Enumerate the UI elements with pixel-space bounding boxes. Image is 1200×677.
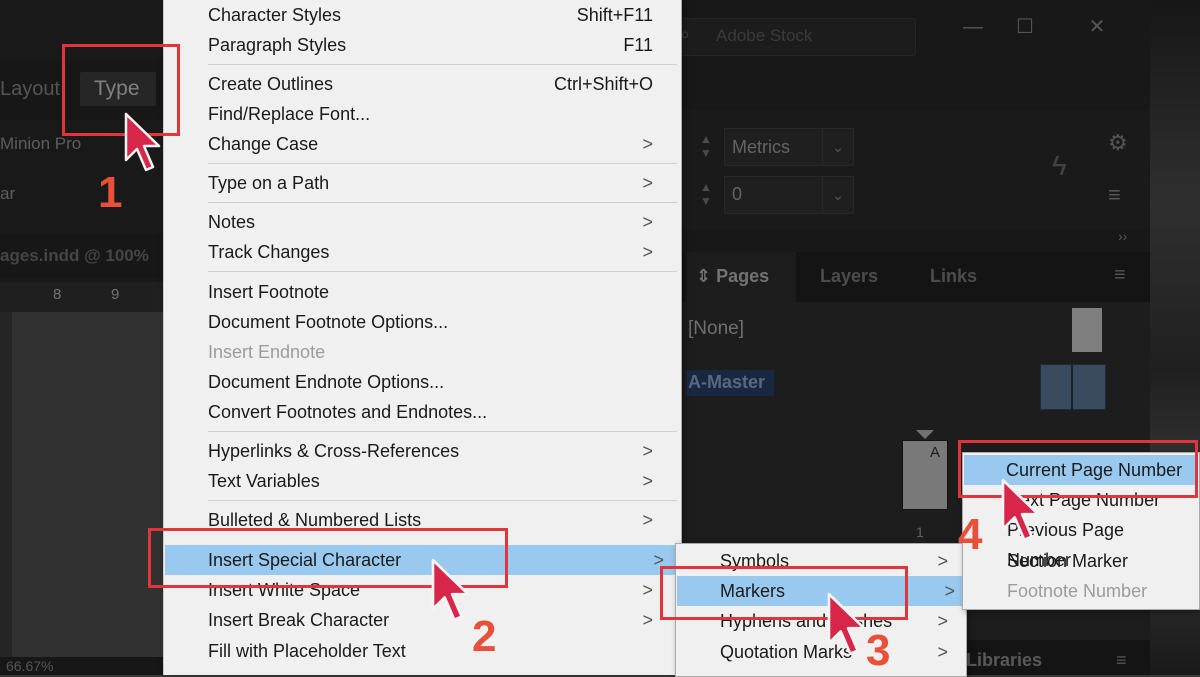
shortcut-label: Ctrl+Shift+O: [553, 74, 653, 94]
menu-item-label: Change Case: [208, 134, 319, 154]
menu-separator: [208, 500, 677, 501]
menu-item-change-case[interactable]: Change Case >: [208, 129, 669, 159]
annotation-box-current-page-number: [958, 440, 1198, 498]
cursor-arrow-icon: [124, 112, 161, 172]
menu-item-document-footnote-options[interactable]: Document Footnote Options...: [208, 307, 669, 337]
menu-item-label: Hyperlinks & Cross-References: [208, 441, 460, 461]
menu-item-label: Document Endnote Options...: [208, 372, 445, 392]
submenu-arrow-icon: >: [937, 611, 948, 631]
menu-item-hyperlinks-cross-references[interactable]: Hyperlinks & Cross-References >: [208, 436, 669, 466]
menu-item-label: Fill with Placeholder Text: [208, 641, 406, 661]
submenu-arrow-icon: >: [642, 173, 653, 193]
submenu-arrow-icon: >: [642, 242, 653, 262]
menu-item-paragraph-styles[interactable]: Paragraph Styles F11: [208, 30, 669, 60]
menu-item-fill-with-placeholder-text[interactable]: Fill with Placeholder Text: [208, 636, 669, 666]
step-number-2: 2: [472, 612, 497, 661]
submenu-arrow-icon: >: [937, 642, 948, 662]
submenu-item-section-marker[interactable]: Section Marker: [1007, 546, 1191, 576]
menu-item-track-changes[interactable]: Track Changes >: [208, 237, 669, 267]
menu-item-find-replace-font[interactable]: Find/Replace Font...: [208, 99, 669, 129]
annotation-box-markers: [660, 566, 908, 620]
menu-item-character-styles[interactable]: Character Styles Shift+F11: [208, 0, 669, 30]
menu-separator: [208, 64, 677, 65]
submenu-arrow-icon: >: [944, 581, 955, 601]
menu-item-label: Footnote Number: [1007, 581, 1148, 601]
menu-item-text-variables[interactable]: Text Variables >: [208, 466, 669, 496]
menu-item-label: Insert Endnote: [208, 342, 326, 362]
menu-separator: [208, 271, 677, 272]
menu-separator: [208, 202, 677, 203]
cursor-arrow-icon: [827, 592, 866, 656]
submenu-arrow-icon: >: [937, 551, 948, 571]
menu-item-document-endnote-options[interactable]: Document Endnote Options...: [208, 367, 669, 397]
submenu-arrow-icon: >: [642, 610, 653, 630]
submenu-arrow-icon: >: [642, 212, 653, 232]
menu-item-label: Convert Footnotes and Endnotes...: [208, 402, 488, 422]
menu-separator: [208, 431, 677, 432]
menu-item-label: Notes: [208, 212, 256, 232]
menu-item-label: Character Styles: [208, 5, 342, 25]
submenu-arrow-icon: >: [642, 510, 653, 530]
submenu-arrow-icon: >: [642, 471, 653, 491]
step-number-4: 4: [958, 510, 983, 559]
shortcut-label: F11: [623, 35, 653, 55]
step-number-3: 3: [866, 626, 891, 675]
menu-item-label: Create Outlines: [208, 74, 334, 94]
menu-item-label: Insert Break Character: [208, 610, 390, 630]
cursor-arrow-icon: [431, 558, 470, 622]
menu-item-convert-footnotes-endnotes[interactable]: Convert Footnotes and Endnotes...: [208, 397, 669, 427]
menu-item-notes[interactable]: Notes >: [208, 207, 669, 237]
menu-item-label: Document Footnote Options...: [208, 312, 449, 332]
shortcut-label: Shift+F11: [576, 5, 653, 25]
menu-item-label: Paragraph Styles: [208, 35, 347, 55]
menu-item-label: Find/Replace Font...: [208, 104, 371, 124]
menu-separator: [208, 163, 677, 164]
menu-item-label: Insert Footnote: [208, 282, 330, 302]
submenu-arrow-icon: >: [642, 134, 653, 154]
menu-item-insert-endnote: Insert Endnote: [208, 337, 669, 367]
menu-item-label: Track Changes: [208, 242, 330, 262]
menu-item-insert-footnote[interactable]: Insert Footnote: [208, 277, 669, 307]
annotation-box-type-menu: [62, 44, 180, 136]
menu-item-label: Type on a Path: [208, 173, 330, 193]
menu-item-type-on-a-path[interactable]: Type on a Path >: [208, 168, 669, 198]
step-number-1: 1: [98, 168, 123, 217]
menu-item-label: Bulleted & Numbered Lists: [208, 510, 422, 530]
menu-item-label: Section Marker: [1007, 551, 1129, 571]
submenu-item-footnote-number: Footnote Number: [1007, 576, 1191, 606]
menu-item-label: Text Variables: [208, 471, 320, 491]
submenu-arrow-icon: >: [642, 441, 653, 461]
menu-item-create-outlines[interactable]: Create Outlines Ctrl+Shift+O: [208, 69, 669, 99]
submenu-arrow-icon: >: [642, 580, 653, 600]
cursor-arrow-icon: [1001, 478, 1040, 542]
